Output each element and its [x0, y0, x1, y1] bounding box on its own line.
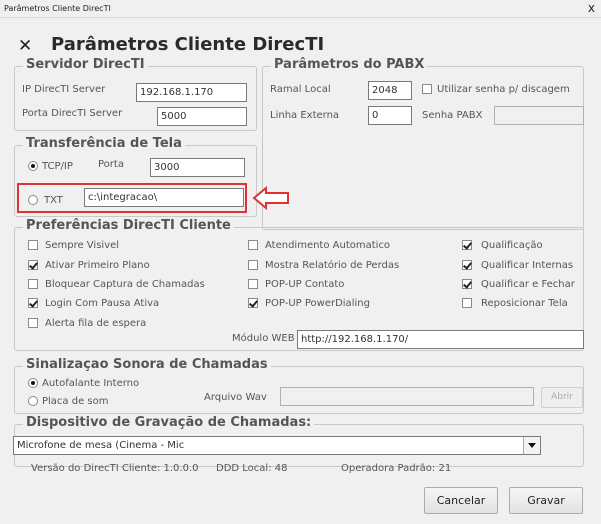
page-title: Parâmetros Cliente DirecTI: [51, 34, 325, 55]
sinalizacao-legend: Sinalizaçao Sonora de Chamadas: [23, 357, 271, 372]
bloquear-captura-checkbox[interactable]: [28, 279, 38, 289]
chevron-down-icon[interactable]: [523, 437, 540, 454]
ip-label: IP DirecTI Server: [22, 84, 106, 95]
porta-label: Porta: [98, 159, 124, 170]
mostra-relatorio-label: Mostra Relatório de Perdas: [265, 260, 400, 271]
gravacao-selected-value: Microfone de mesa (Cinema - Mic: [17, 440, 185, 451]
modulo-web-label: Módulo WEB: [232, 333, 295, 344]
atendimento-automatico-label: Atendimento Automatico: [265, 240, 391, 251]
tcpip-label: TCP/IP: [42, 161, 73, 172]
servidor-legend: Servidor DirecTI: [23, 57, 148, 72]
linha-externa-field[interactable]: 0: [368, 106, 412, 125]
placa-som-label: Placa de som: [42, 396, 109, 407]
sempre-visivel-label: Sempre Visivel: [45, 240, 120, 251]
porta-field[interactable]: 3000: [150, 158, 245, 177]
pabx-legend: Parâmetros do PABX: [271, 57, 428, 72]
mostra-relatorio-checkbox[interactable]: [248, 260, 258, 270]
cancelar-button[interactable]: Cancelar: [424, 487, 498, 514]
transferencia-legend: Transferência de Tela: [23, 136, 185, 151]
utilizar-senha-label: Utilizar senha p/ discagem: [437, 84, 570, 95]
ativar-primeiro-plano-checkbox[interactable]: [28, 260, 38, 270]
qualificacao-checkbox[interactable]: [462, 240, 472, 250]
highlight-box: [17, 183, 247, 213]
qualificar-fechar-checkbox[interactable]: [462, 279, 472, 289]
qualificar-fechar-label: Qualificar e Fechar: [481, 279, 575, 290]
preferencias-legend: Preferências DirecTI Cliente: [23, 218, 234, 233]
popup-contato-label: POP-UP Contato: [265, 279, 345, 290]
arquivo-wav-field[interactable]: [280, 387, 534, 406]
title-bar: Parâmetros Cliente DirecTI x: [0, 0, 601, 18]
login-pausa-checkbox[interactable]: [28, 298, 38, 308]
porta-server-field[interactable]: 5000: [157, 107, 247, 126]
modulo-web-field[interactable]: http://192.168.1.170/: [297, 330, 584, 349]
login-pausa-label: Login Com Pausa Ativa: [45, 298, 160, 309]
close-icon[interactable]: x: [588, 1, 595, 15]
senha-pabx-field[interactable]: [494, 106, 584, 125]
popup-powerdialing-checkbox[interactable]: [248, 298, 258, 308]
atendimento-automatico-checkbox[interactable]: [248, 240, 258, 250]
gravar-button[interactable]: Gravar: [509, 487, 583, 514]
qualificacao-label: Qualificação: [481, 240, 543, 251]
abrir-button[interactable]: Abrir: [541, 387, 583, 408]
arquivo-wav-label: Arquivo Wav: [204, 392, 267, 403]
alerta-fila-label: Alerta fila de espera: [45, 318, 147, 329]
tcpip-radio[interactable]: [28, 161, 38, 171]
senha-pabx-label: Senha PABX: [422, 110, 483, 121]
annotation-arrow-icon: [252, 186, 289, 210]
ip-field[interactable]: 192.168.1.170: [136, 83, 247, 102]
tools-icon: ✕: [18, 36, 33, 56]
versao-text: Versão do DirecTI Cliente: 1.0.0.0: [31, 463, 199, 474]
ramal-label: Ramal Local: [270, 84, 331, 95]
operadora-text: Operadora Padrão: 21: [341, 463, 452, 474]
gravacao-legend: Dispositivo de Gravação de Chamadas:: [23, 415, 315, 430]
popup-powerdialing-label: POP-UP PowerDialing: [265, 298, 370, 309]
qualificar-internas-label: Qualificar Internas: [481, 260, 574, 271]
sempre-visivel-checkbox[interactable]: [28, 240, 38, 250]
reposicionar-tela-label: Reposicionar Tela: [481, 298, 568, 309]
utilizar-senha-checkbox[interactable]: [422, 84, 432, 94]
autofalante-radio[interactable]: [28, 378, 38, 388]
ativar-primeiro-plano-label: Ativar Primeiro Plano: [45, 260, 150, 271]
bloquear-captura-label: Bloquear Captura de Chamadas: [45, 279, 205, 290]
ramal-field[interactable]: 2048: [368, 81, 412, 100]
linha-externa-label: Linha Externa: [270, 110, 340, 121]
reposicionar-tela-checkbox[interactable]: [462, 298, 472, 308]
autofalante-label: Autofalante Interno: [42, 378, 140, 389]
porta-server-label: Porta DirecTI Server: [22, 108, 123, 119]
qualificar-internas-checkbox[interactable]: [462, 260, 472, 270]
ddd-text: DDD Local: 48: [216, 463, 288, 474]
window-title: Parâmetros Cliente DirecTI: [4, 4, 111, 13]
gravacao-select[interactable]: Microfone de mesa (Cinema - Mic: [13, 436, 541, 455]
alerta-fila-checkbox[interactable]: [28, 318, 38, 328]
popup-contato-checkbox[interactable]: [248, 279, 258, 289]
placa-som-radio[interactable]: [28, 396, 38, 406]
